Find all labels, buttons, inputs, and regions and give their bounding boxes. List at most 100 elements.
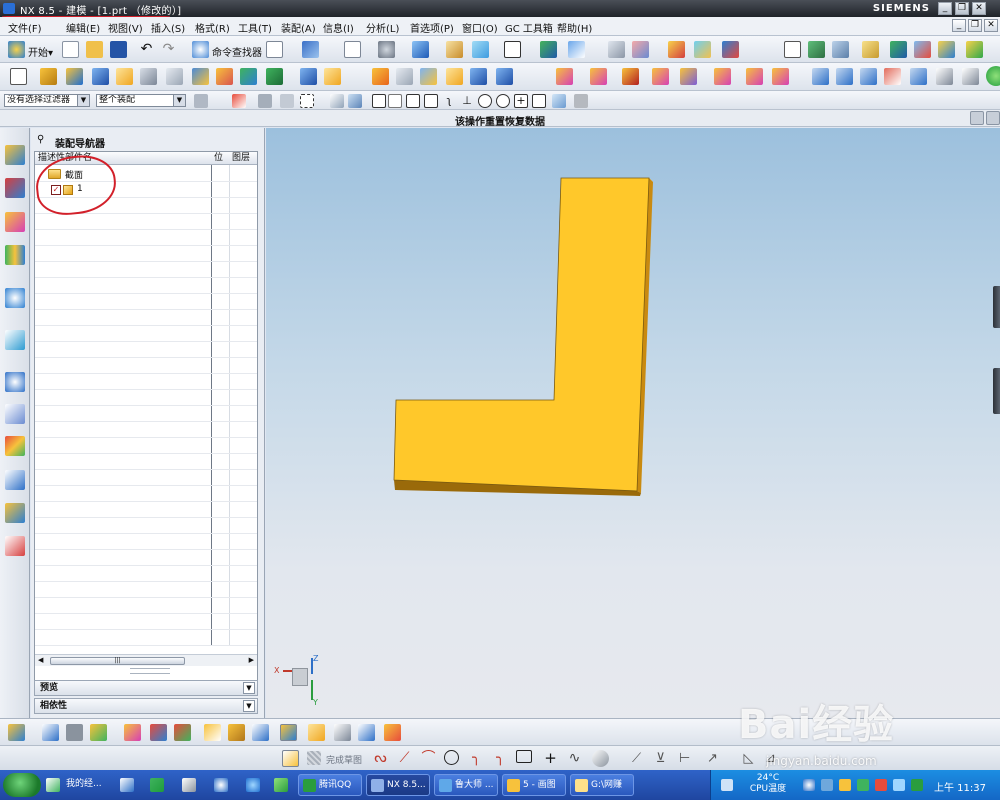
sheet-body-icon[interactable] [348, 94, 362, 108]
snap-icon[interactable] [568, 41, 585, 58]
menu-gc-toolbox[interactable]: GC 工具箱 [505, 20, 553, 35]
menu-help[interactable]: 帮助(H) [557, 20, 592, 35]
sketch-task-icon[interactable] [282, 750, 299, 767]
menu-edit[interactable]: 编辑(E) [66, 20, 100, 35]
windows-start-button[interactable] [3, 773, 41, 797]
polygon-icon[interactable] [592, 750, 609, 767]
edit-object-icon[interactable] [668, 41, 685, 58]
select-edge-icon[interactable] [258, 94, 272, 108]
quick-launch-icon[interactable] [120, 778, 134, 792]
command-finder-button[interactable]: 命令查找器 [212, 44, 262, 59]
snap-line-icon[interactable] [406, 94, 420, 108]
snap-curve-icon[interactable]: ʅ [442, 94, 456, 108]
view-section-icon[interactable] [472, 41, 489, 58]
column-header-layer[interactable]: 图层 [229, 152, 257, 165]
assembly-cut-icon[interactable] [358, 724, 375, 741]
zoom-icon[interactable] [344, 41, 361, 58]
restore-button[interactable]: ❐ [955, 2, 969, 15]
rectangle-icon[interactable] [516, 750, 532, 763]
taskbar-item-folder[interactable]: G:\网赚 [570, 774, 634, 796]
doc-minimize-button[interactable]: _ [952, 19, 966, 32]
make-corner-icon[interactable]: ⊢ [676, 750, 693, 767]
start-button[interactable]: 开始▾ [28, 44, 53, 59]
pattern-face-icon[interactable] [772, 68, 789, 85]
analyze-icon[interactable] [938, 41, 955, 58]
snap-midpoint-icon[interactable] [388, 94, 402, 108]
circle-icon[interactable] [444, 750, 459, 765]
taskbar-item-qq[interactable]: 腾讯QQ [298, 774, 362, 796]
wave-linker-icon[interactable] [252, 724, 269, 741]
filter-icon[interactable] [194, 94, 208, 108]
selection-filter-dropdown[interactable]: 没有选择过滤器 ▼ [4, 94, 90, 107]
revolve-icon[interactable] [66, 68, 83, 85]
process-studio-tab-icon[interactable] [5, 436, 25, 456]
chevron-down-icon[interactable]: ▼ [243, 682, 255, 694]
doc-restore-button[interactable]: ❐ [968, 19, 982, 32]
studio-spline-icon[interactable]: ∿ [566, 750, 583, 767]
history-palette-tab-icon[interactable] [5, 330, 25, 350]
tray-app-icon[interactable] [875, 779, 887, 791]
through-curves-icon[interactable] [836, 68, 853, 85]
menu-tools[interactable]: 工具(T) [238, 20, 272, 35]
close-button[interactable]: ✕ [972, 2, 986, 15]
clock-tab-icon[interactable] [5, 372, 25, 392]
chamfer-sketch-icon[interactable]: ╮ [492, 750, 509, 767]
status-toggle-icon[interactable] [986, 111, 1000, 125]
rapid-dimension-icon[interactable]: ↗ [704, 750, 721, 767]
new-component-icon[interactable] [42, 724, 59, 741]
layer-stack-icon[interactable] [808, 41, 825, 58]
horizontal-scrollbar[interactable]: ◀ ||| ▶ [35, 654, 257, 666]
save-icon[interactable] [110, 41, 127, 58]
clip-icon[interactable] [862, 41, 879, 58]
swept-icon[interactable] [860, 68, 877, 85]
rotate-icon[interactable] [378, 41, 395, 58]
fillet-icon[interactable]: ╮ [468, 750, 485, 767]
assembly-navigator-tab-icon[interactable] [5, 145, 25, 165]
quick-launch-icon[interactable] [182, 778, 196, 792]
preview-section[interactable]: 预览 ▼ [34, 680, 258, 696]
start-icon[interactable] [8, 41, 25, 58]
extension-icon[interactable] [936, 68, 953, 85]
tray-app-icon[interactable] [857, 779, 869, 791]
taskbar-item-paint[interactable]: 5 - 画图 [502, 774, 566, 796]
taskbar-item-nx[interactable]: NX 8.5... [366, 774, 430, 796]
model-canvas[interactable] [266, 128, 1000, 718]
status-option-icon[interactable] [970, 111, 984, 125]
hammer-icon[interactable] [914, 41, 931, 58]
snap-intersection-icon[interactable]: + [514, 94, 528, 108]
shell-icon[interactable] [396, 68, 413, 85]
finish-sketch-icon[interactable] [307, 751, 321, 765]
show-constraints-icon[interactable]: ⊿ [762, 750, 779, 767]
snap-existing-point-icon[interactable] [552, 94, 566, 108]
snap-settings-icon[interactable] [574, 94, 588, 108]
new-file-icon[interactable] [62, 41, 79, 58]
offset-face-icon[interactable] [496, 68, 513, 85]
mirror-icon[interactable] [300, 68, 317, 85]
datum-plane-icon[interactable] [192, 68, 209, 85]
menu-assembly[interactable]: 装配(A) [281, 20, 316, 35]
chamfer-icon[interactable] [372, 68, 389, 85]
sketch-icon[interactable] [10, 68, 27, 85]
surface-icon[interactable] [812, 68, 829, 85]
check-clearance-icon[interactable] [334, 724, 351, 741]
right-edge-handle[interactable] [993, 286, 1000, 328]
point-sketch-icon[interactable]: + [542, 750, 559, 767]
cylinder-icon[interactable] [116, 68, 133, 85]
l-shape-front-face[interactable] [393, 177, 650, 492]
roles-tab-icon[interactable] [5, 503, 25, 523]
assembly-constraint-icon[interactable] [150, 724, 167, 741]
mirror-assembly-icon[interactable] [124, 724, 141, 741]
quick-launch-icon[interactable] [246, 778, 260, 792]
menu-information[interactable]: 信息(I) [323, 20, 354, 35]
component-array-icon[interactable] [66, 724, 83, 741]
measure-icon[interactable] [694, 41, 711, 58]
point-icon[interactable] [240, 68, 257, 85]
quick-extend-icon[interactable]: ⊻ [652, 750, 669, 767]
sync-modeling-icon[interactable] [556, 68, 573, 85]
clearance-icon[interactable] [280, 724, 297, 741]
sew-icon[interactable] [884, 68, 901, 85]
draft-icon[interactable] [420, 68, 437, 85]
delete-face-icon[interactable] [622, 68, 639, 85]
database-icon[interactable] [832, 41, 849, 58]
finish-sketch-button[interactable]: 完成草图 [326, 753, 362, 766]
